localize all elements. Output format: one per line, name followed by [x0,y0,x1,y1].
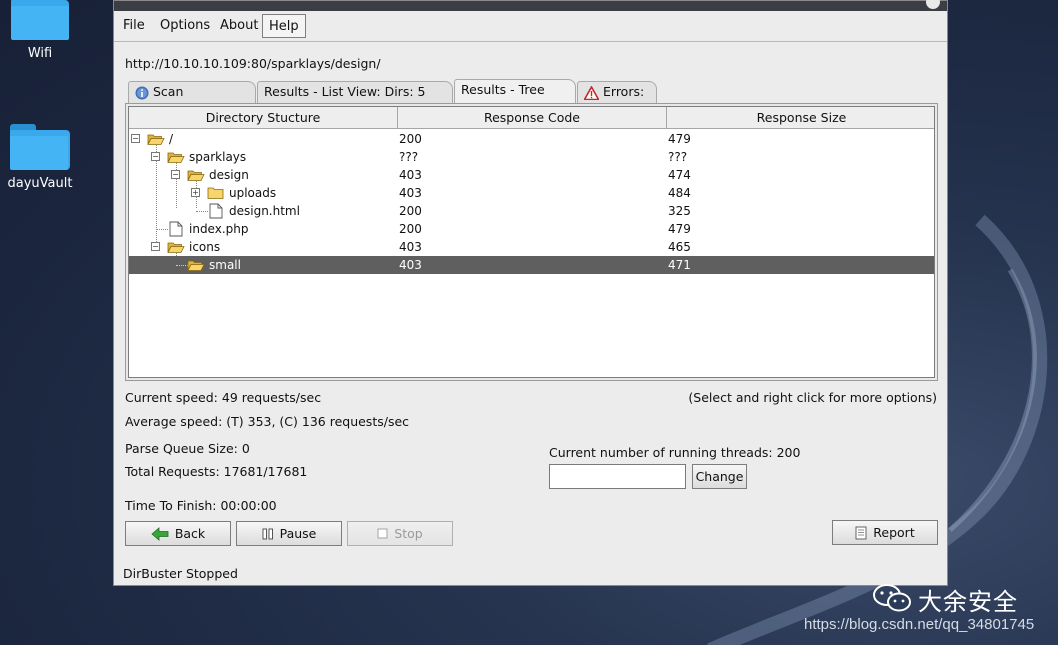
response-size-cell: 484 [668,186,691,200]
menu-bar: File Options About Help [114,11,947,42]
pause-icon [262,528,273,539]
response-size-cell: 465 [668,240,691,254]
response-size-cell: 479 [668,222,691,236]
average-speed-label: Average speed: (T) 353, (C) 136 requests… [125,414,410,429]
watermark-brand: 大余安全 [918,588,1018,616]
response-code-cell: 200 [399,222,422,236]
tab-errors[interactable]: Errors: 0 [577,81,657,119]
change-button[interactable]: Change [692,464,747,489]
tree-item-label: index.php [189,222,249,236]
folder-open-icon [147,134,165,145]
response-size-cell: 474 [668,168,691,182]
total-requests-label: Total Requests: 17681/17681 [125,464,308,479]
table-row[interactable]: − / 200 479 [129,130,934,148]
pause-button-label: Pause [279,526,317,541]
tree-item-label: design.html [229,204,300,218]
tree-item-label: design [209,168,249,182]
info-icon [135,86,149,99]
response-size-cell: 325 [668,204,691,218]
response-size-cell: ??? [668,150,688,164]
dirbuster-window: File Options About Help http://10.10.10.… [113,0,948,586]
table-row[interactable]: − icons 403 465 [129,238,934,256]
desktop-icon-dayuvault[interactable]: dayuVault [0,124,80,191]
folder-open-icon [187,260,205,271]
time-to-finish-label: Time To Finish: 00:00:00 [125,498,277,513]
tree-item-label: uploads [229,186,277,200]
response-size-cell: 471 [668,258,691,272]
folder-open-icon [167,152,185,163]
stop-icon [377,528,388,539]
folder-icon [207,187,224,199]
column-header-response-code[interactable]: Response Code [398,107,667,129]
expand-icon[interactable]: + [191,188,200,197]
tree-line [196,211,208,212]
table-row[interactable]: + uploads 403 484 [129,184,934,202]
tree-view-panel: Directory Stucture Response Code Respons… [125,103,938,381]
tab-tree-view[interactable]: Results - Tree View [454,79,576,117]
stop-button-label: Stop [394,526,423,541]
response-code-cell: 200 [399,204,422,218]
column-header-response-size[interactable]: Response Size [667,107,934,129]
warning-icon [584,85,599,100]
tree-line [156,229,168,230]
column-header-directory[interactable]: Directory Stucture [129,107,398,129]
tree-item-label: icons [189,240,221,254]
menu-help[interactable]: Help [262,14,306,38]
file-icon [169,221,183,237]
file-icon [209,203,223,219]
desktop-icon-label: Wifi [27,46,53,61]
tab-list-view[interactable]: Results - List View: Dirs: 5 Files: 5 [257,81,453,119]
tree-item-label: sparklays [189,150,247,164]
folder-icon [10,124,70,170]
response-code-cell: 200 [399,132,422,146]
desktop-icon-label: dayuVault [7,176,73,191]
tab-scan-information[interactable]: Scan Information [128,81,256,119]
back-button-label: Back [174,526,206,541]
desktop-icon-wifi[interactable]: Wifi [0,0,80,61]
status-bar-text: DirBuster Stopped [123,566,238,581]
collapse-icon[interactable]: − [171,170,180,179]
tree-item-label: / [169,132,174,146]
table-row[interactable]: index.php 200 479 [129,220,934,238]
table-row[interactable]: − sparklays ??? ??? [129,148,934,166]
menu-about[interactable]: About [214,14,264,38]
response-code-cell: ??? [399,150,419,164]
folder-open-icon [187,170,205,181]
report-button-label: Report [873,525,915,540]
response-code-cell: 403 [399,258,422,272]
report-button[interactable]: Report [832,520,938,545]
target-url: http://10.10.10.109:80/sparklays/design/ [125,56,381,71]
right-click-hint: (Select and right click for more options… [688,390,937,405]
pause-button[interactable]: Pause [236,521,342,546]
collapse-icon[interactable]: − [151,242,160,251]
response-code-cell: 403 [399,186,422,200]
tree-item-label: small [209,258,241,272]
table-row-selected[interactable]: small 403 471 [129,256,934,274]
collapse-icon[interactable]: − [131,134,140,143]
table-row[interactable]: design.html 200 325 [129,202,934,220]
window-titlebar[interactable] [114,0,947,11]
wechat-icon [873,584,911,612]
close-icon[interactable] [926,0,940,9]
response-size-cell: 479 [668,132,691,146]
table-row[interactable]: − design 403 474 [129,166,934,184]
watermark-url: https://blog.csdn.net/qq_34801745 [804,616,1035,633]
report-icon [855,526,867,539]
response-code-cell: 403 [399,240,422,254]
results-tree-table[interactable]: Directory Stucture Response Code Respons… [128,106,935,378]
back-button[interactable]: Back [125,521,231,546]
folder-icon [11,0,69,40]
current-speed-label: Current speed: 49 requests/sec [125,390,322,405]
menu-file[interactable]: File [117,14,151,38]
response-code-cell: 403 [399,168,422,182]
parse-queue-label: Parse Queue Size: 0 [125,441,250,456]
back-arrow-icon [151,526,169,541]
folder-open-icon [167,242,185,253]
threads-input[interactable] [549,464,686,489]
collapse-icon[interactable]: − [151,152,160,161]
menu-options[interactable]: Options [154,14,216,38]
stop-button[interactable]: Stop [347,521,453,546]
threads-label: Current number of running threads: 200 [549,445,801,460]
